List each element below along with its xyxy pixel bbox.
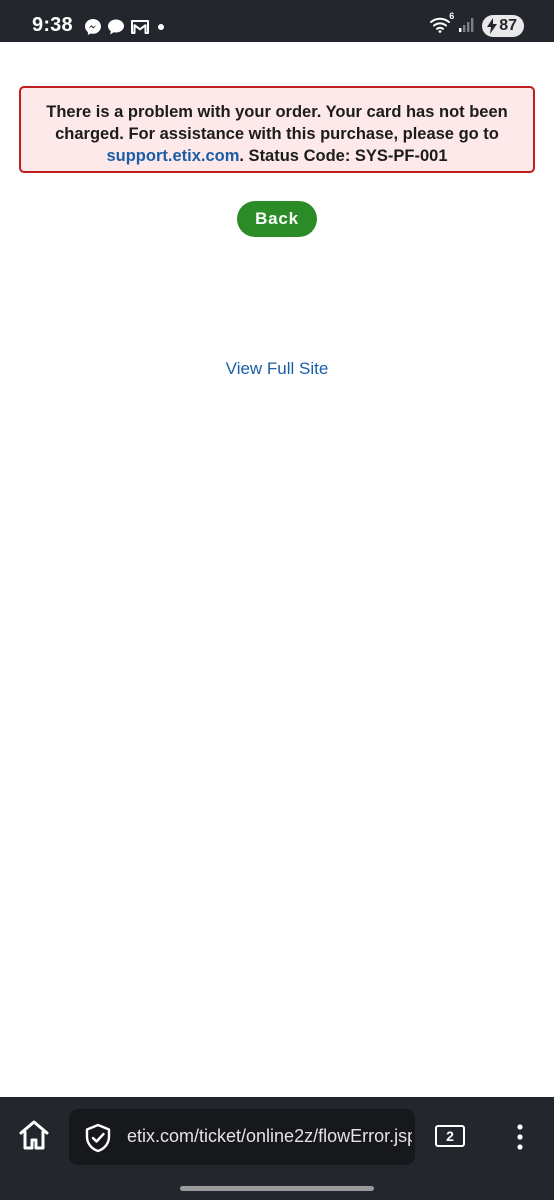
battery-indicator: 87 xyxy=(482,15,524,37)
error-line-1: There is a problem with your order. Your… xyxy=(46,103,508,121)
url-text[interactable]: etix.com/ticket/online2z/flowError.jsp xyxy=(127,1126,412,1147)
gesture-nav-handle[interactable] xyxy=(180,1186,374,1191)
more-dot-icon xyxy=(155,21,167,33)
system-indicators: 6 87 xyxy=(430,11,524,38)
status-bar: 9:38 6 87 xyxy=(0,0,554,42)
support-link[interactable]: support.etix.com xyxy=(106,147,239,165)
battery-level: 87 xyxy=(499,17,517,34)
wifi-badge: 6 xyxy=(449,10,455,21)
more-vertical-icon[interactable] xyxy=(511,1123,529,1151)
view-full-site-link[interactable]: View Full Site xyxy=(0,359,554,379)
messenger-icon xyxy=(84,18,102,36)
home-icon[interactable] xyxy=(16,1118,52,1152)
back-button[interactable]: Back xyxy=(237,201,317,237)
charging-bolt-icon xyxy=(487,18,498,34)
address-bar[interactable]: etix.com/ticket/online2z/flowError.jsp xyxy=(69,1109,415,1165)
wifi-icon: 6 xyxy=(430,11,454,38)
status-code-text: . Status Code: SYS-PF-001 xyxy=(239,147,448,165)
status-time: 9:38 xyxy=(32,14,73,36)
gmail-icon xyxy=(130,19,150,35)
notification-icons xyxy=(84,17,167,37)
error-line-2: charged. For assistance with this purcha… xyxy=(55,125,499,143)
browser-toolbar: etix.com/ticket/online2z/flowError.jsp 2 xyxy=(0,1097,554,1200)
tab-switcher-icon[interactable]: 2 xyxy=(435,1125,465,1147)
signal-icon xyxy=(458,15,476,38)
shield-check-icon[interactable] xyxy=(84,1123,112,1158)
error-alert: There is a problem with your order. Your… xyxy=(19,86,535,173)
chat-bubble-icon xyxy=(107,18,125,36)
